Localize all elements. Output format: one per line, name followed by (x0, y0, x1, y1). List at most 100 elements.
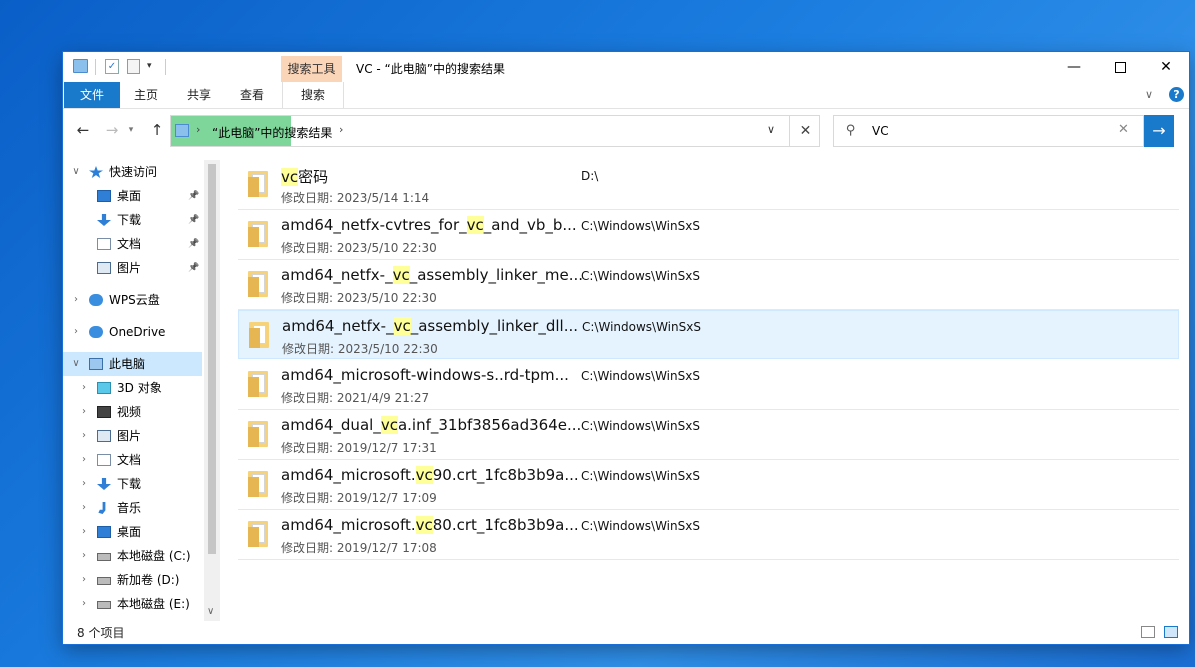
explorer-window: ✓ ▾ 搜索工具 VC - “此电脑”中的搜索结果 — ✕ 文件 主页 共享 查… (63, 52, 1189, 644)
sidebar-item[interactable]: › 本地磁盘 (C:) (63, 544, 202, 568)
file-name[interactable]: amd64_netfx-_vc_assembly_linker_me... (281, 266, 583, 284)
list-item[interactable]: amd64_microsoft.vc90.crt_1fc8b3b9a... 修改日… (238, 460, 1179, 510)
folder-icon (248, 419, 268, 447)
chevron-right-icon[interactable]: › (79, 448, 89, 472)
large-icons-view-icon[interactable] (1164, 626, 1178, 638)
scrollbar-thumb[interactable] (208, 164, 216, 554)
pin-icon[interactable]: 📌 (188, 208, 199, 232)
modified-date-label: 修改日期: (281, 491, 334, 505)
navigation-bar: ← → ▾ ↑ › “此电脑”中的搜索结果 › ∨ ✕ ⚲ ✕ → (63, 109, 1189, 153)
list-item[interactable]: amd64_netfx-_vc_assembly_linker_dll... 修改… (238, 310, 1179, 359)
chevron-right-icon[interactable]: › (79, 424, 89, 448)
file-location: C:\Windows\WinSxS (581, 219, 700, 233)
sidebar-item[interactable]: › OneDrive (63, 320, 202, 344)
details-view-icon[interactable] (1141, 626, 1155, 638)
list-item[interactable]: amd64_netfx-cvtres_for_vc_and_vb_b... 修改日… (238, 210, 1179, 260)
chevron-right-icon[interactable]: › (71, 320, 81, 344)
list-item[interactable]: vc密码 修改日期: 2023/5/14 1:14 D:\ (238, 160, 1179, 210)
chevron-right-icon[interactable]: › (79, 568, 89, 592)
file-location: C:\Windows\WinSxS (582, 320, 701, 334)
modified-date-value: 2023/5/14 1:14 (336, 191, 430, 205)
chevron-right-icon[interactable]: › (79, 400, 89, 424)
expand-ribbon-icon[interactable]: ∨ (1145, 88, 1153, 101)
sidebar-item[interactable]: › 3D 对象 (63, 376, 202, 400)
maximize-button[interactable] (1097, 52, 1143, 82)
sidebar-item[interactable]: › 桌面 (63, 520, 202, 544)
address-path[interactable]: “此电脑”中的搜索结果 (212, 124, 332, 141)
list-item[interactable]: amd64_dual_vca.inf_31bf3856ad364e... 修改日期… (238, 410, 1179, 460)
file-name[interactable]: vc密码 (281, 166, 328, 187)
chevron-right-icon[interactable]: › (196, 123, 200, 136)
chevron-right-icon[interactable]: › (79, 496, 89, 520)
sidebar-item[interactable]: › WPS云盘 (63, 288, 202, 312)
sidebar-item[interactable]: › 本地磁盘 (E:) (63, 592, 202, 616)
sidebar-item[interactable]: › 下载 (63, 472, 202, 496)
pin-icon[interactable]: 📌 (188, 184, 199, 208)
folder-icon (248, 219, 268, 247)
list-item[interactable]: amd64_microsoft.vc80.crt_1fc8b3b9a... 修改日… (238, 510, 1179, 560)
search-match-highlight: vc (415, 516, 433, 534)
list-item[interactable]: amd64_microsoft-windows-s..rd-tpm... 修改日期… (238, 360, 1179, 410)
address-bar[interactable]: › “此电脑”中的搜索结果 › ∨ ✕ (170, 115, 820, 147)
up-button[interactable]: ↑ (148, 121, 166, 139)
chevron-right-icon[interactable]: › (71, 288, 81, 312)
properties-icon[interactable]: ✓ (105, 59, 119, 74)
file-name-text: amd64_microsoft. (281, 516, 416, 534)
sidebar-item[interactable]: › 图片 (63, 424, 202, 448)
search-button[interactable]: → (1144, 115, 1174, 147)
chevron-right-icon[interactable]: › (79, 376, 89, 400)
close-button[interactable]: ✕ (1143, 52, 1189, 82)
list-item[interactable]: amd64_netfx-_vc_assembly_linker_me... 修改日… (238, 260, 1179, 310)
chevron-right-icon[interactable]: › (79, 472, 89, 496)
navigation-scrollbar[interactable]: ∨ (204, 160, 220, 621)
modified-date-value: 2019/12/7 17:31 (336, 441, 437, 455)
sidebar-item[interactable]: ∨ 此电脑 (63, 352, 202, 376)
pin-icon[interactable]: 📌 (188, 256, 199, 280)
chevron-down-icon[interactable]: ∨ (207, 606, 214, 617)
chevron-down-icon[interactable]: ∨ (767, 123, 775, 136)
minimize-button[interactable]: — (1051, 52, 1097, 82)
sidebar-item-label: 下载 (117, 213, 142, 227)
sidebar-item[interactable]: › 新加卷 (D:) (63, 568, 202, 592)
file-name[interactable]: amd64_microsoft.vc80.crt_1fc8b3b9a... (281, 516, 579, 534)
chevron-right-icon[interactable]: › (79, 520, 89, 544)
sidebar-item[interactable]: 图片 📌 (63, 256, 202, 280)
chevron-down-icon[interactable]: ∨ (71, 160, 81, 184)
sidebar-item[interactable]: › 音乐 (63, 496, 202, 520)
picture-icon (97, 262, 111, 274)
chevron-right-icon[interactable]: › (79, 592, 89, 616)
sidebar-item[interactable]: ∨ 快速访问 (63, 160, 202, 184)
search-input[interactable] (872, 122, 1112, 140)
search-box[interactable]: ⚲ ✕ (833, 115, 1144, 147)
stop-search-button[interactable]: ✕ (789, 116, 821, 146)
tab-file[interactable]: 文件 (64, 82, 120, 108)
forward-button[interactable]: → (103, 121, 121, 139)
sidebar-item[interactable]: 文档 📌 (63, 232, 202, 256)
new-folder-icon[interactable] (127, 59, 140, 74)
sidebar-item[interactable]: › 文档 (63, 448, 202, 472)
modified-date-value: 2023/5/10 22:30 (336, 291, 437, 305)
customize-quick-access-icon[interactable]: ▾ (147, 59, 157, 73)
clear-search-icon[interactable]: ✕ (1118, 122, 1129, 137)
tab-share[interactable]: 共享 (174, 82, 224, 108)
chevron-right-icon[interactable]: › (79, 544, 89, 568)
file-name[interactable]: amd64_dual_vca.inf_31bf3856ad364e... (281, 416, 581, 434)
file-name[interactable]: amd64_netfx-cvtres_for_vc_and_vb_b... (281, 216, 577, 234)
sidebar-item[interactable]: 桌面 📌 (63, 184, 202, 208)
tab-home[interactable]: 主页 (121, 82, 171, 108)
tab-search[interactable]: 搜索 (282, 82, 344, 108)
help-icon[interactable]: ? (1169, 87, 1184, 102)
file-name[interactable]: amd64_microsoft.vc90.crt_1fc8b3b9a... (281, 466, 579, 484)
file-name[interactable]: amd64_netfx-_vc_assembly_linker_dll... (282, 317, 578, 335)
window-title: VC - “此电脑”中的搜索结果 (356, 62, 505, 76)
chevron-down-icon[interactable]: ∨ (71, 352, 81, 376)
sidebar-item[interactable]: 下载 📌 (63, 208, 202, 232)
recent-locations-button[interactable]: ▾ (125, 121, 137, 139)
tab-view[interactable]: 查看 (227, 82, 277, 108)
back-button[interactable]: ← (74, 121, 92, 139)
chevron-right-icon[interactable]: › (339, 123, 343, 136)
sidebar-item[interactable]: › 视频 (63, 400, 202, 424)
file-name[interactable]: amd64_microsoft-windows-s..rd-tpm... (281, 366, 569, 384)
pin-icon[interactable]: 📌 (188, 232, 199, 256)
modified-date-label: 修改日期: (281, 391, 334, 405)
